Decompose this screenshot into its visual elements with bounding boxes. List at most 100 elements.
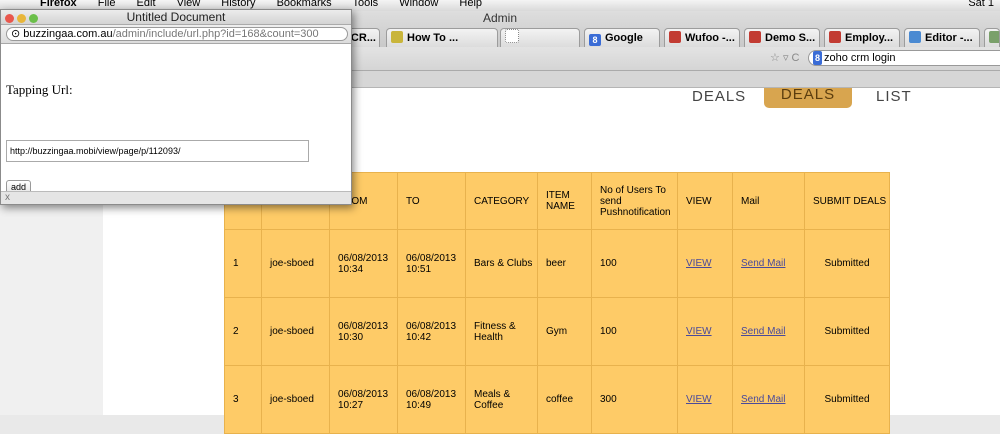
clock[interactable]: Sat 1: [968, 0, 994, 9]
cell-item: beer: [537, 229, 592, 298]
cell-user: joe-sboed: [261, 229, 330, 298]
table-row: 2 joe-sboed 06/08/2013 10:30 06/08/2013 …: [224, 297, 890, 366]
window-controls: [5, 12, 41, 26]
url-path: /admin/include/url.php?id=168&count=300: [112, 28, 319, 40]
menu-file[interactable]: File: [98, 0, 116, 9]
cell-user: joe-sboed: [261, 297, 330, 366]
cell-status: Submitted: [804, 297, 890, 366]
table-row: 1 joe-sboed 06/08/2013 10:34 06/08/2013 …: [224, 229, 890, 298]
tab-demo[interactable]: Demo S...: [744, 28, 820, 47]
cell-no: 3: [224, 365, 262, 434]
google-search-icon[interactable]: 8: [813, 51, 823, 65]
send-mail-link[interactable]: Send Mail: [741, 326, 785, 337]
cell-category: Bars & Clubs: [465, 229, 538, 298]
tab-employ[interactable]: Employ...: [824, 28, 900, 47]
cell-from: 06/08/2013 10:30: [329, 297, 398, 366]
menu-extras: Sat 1: [958, 0, 994, 9]
tab-blank[interactable]: [500, 28, 580, 47]
cell-no: 2: [224, 297, 262, 366]
reload-icon[interactable]: C: [792, 52, 800, 64]
tab-overflow[interactable]: [984, 28, 1000, 47]
cell-item: coffee: [537, 365, 592, 434]
popup-title-bar: Untitled Document: [1, 10, 351, 25]
tapping-url-label: Tapping Url:: [6, 82, 73, 97]
status-close-icon[interactable]: x: [5, 192, 10, 203]
menu-help[interactable]: Help: [459, 0, 482, 9]
cell-category: Meals & Coffee: [465, 365, 538, 434]
col-category: CATEGORY: [465, 172, 538, 230]
tab-favicon-icon: [989, 31, 999, 43]
howto-favicon-icon: [391, 31, 403, 43]
popup-window: Untitled Document ⊙ buzzingaa.com.au/adm…: [0, 9, 352, 205]
popup-url-bar: ⊙ buzzingaa.com.au/admin/include/url.php…: [1, 25, 351, 44]
menu-tools[interactable]: Tools: [352, 0, 378, 9]
col-user-count: No of Users To send Pushnotification: [591, 172, 678, 230]
send-mail-link[interactable]: Send Mail: [741, 394, 785, 405]
cell-category: Fitness & Health: [465, 297, 538, 366]
nav-deals-active-button[interactable]: DEALS: [764, 87, 852, 108]
editor-favicon-icon: [909, 31, 921, 43]
site-identity-icon[interactable]: ⊙: [11, 28, 20, 40]
tab-how-to[interactable]: How To ...: [386, 28, 498, 47]
cell-from: 06/08/2013 10:34: [329, 229, 398, 298]
cell-users: 300: [591, 365, 678, 434]
demo-favicon-icon: [749, 31, 761, 43]
popup-address-input[interactable]: ⊙ buzzingaa.com.au/admin/include/url.php…: [6, 27, 348, 41]
table-row: 3 joe-sboed 06/08/2013 10:27 06/08/2013 …: [224, 365, 890, 434]
url-host: buzzingaa.com.au: [23, 28, 113, 40]
cell-status: Submitted: [804, 229, 890, 298]
tab-wufoo[interactable]: Wufoo -...: [664, 28, 740, 47]
menu-window[interactable]: Window: [399, 0, 438, 9]
cell-mail: Send Mail: [732, 365, 805, 434]
bookmark-star-icon[interactable]: ☆: [770, 52, 780, 64]
wufoo-favicon-icon: [669, 31, 681, 43]
tapping-url-input[interactable]: http://buzzingaa.mobi/view/page/p/112093…: [6, 140, 309, 162]
minimize-window-icon[interactable]: [17, 14, 26, 23]
url-bar-controls: ☆ ▿ C: [770, 51, 799, 64]
cell-to: 06/08/2013 10:42: [397, 297, 466, 366]
cell-user: joe-sboed: [261, 365, 330, 434]
menu-history[interactable]: History: [221, 0, 255, 9]
view-link[interactable]: VIEW: [686, 326, 712, 337]
blank-page-icon: [505, 29, 519, 43]
cell-to: 06/08/2013 10:51: [397, 229, 466, 298]
menu-edit[interactable]: Edit: [137, 0, 156, 9]
nav-list-link[interactable]: LIST: [876, 88, 912, 105]
nav-deals-link[interactable]: DEALS: [692, 88, 746, 105]
cell-view: VIEW: [677, 297, 733, 366]
col-submit: SUBMIT DEALS: [804, 172, 890, 230]
col-item-name: ITEM NAME: [537, 172, 592, 230]
employ-favicon-icon: [829, 31, 841, 43]
cell-users: 100: [591, 229, 678, 298]
cell-no: 1: [224, 229, 262, 298]
app-menu: Firefox File Edit View History Bookmarks…: [40, 0, 500, 9]
cell-item: Gym: [537, 297, 592, 366]
search-text: zoho crm login: [824, 52, 896, 64]
menu-app-name[interactable]: Firefox: [40, 0, 77, 9]
cell-mail: Send Mail: [732, 297, 805, 366]
popup-title: Untitled Document: [126, 10, 226, 24]
col-view: VIEW: [677, 172, 733, 230]
cell-users: 100: [591, 297, 678, 366]
view-link[interactable]: VIEW: [686, 258, 712, 269]
cell-mail: Send Mail: [732, 229, 805, 298]
dropdown-arrow-icon[interactable]: ▿: [783, 52, 789, 64]
tab-editor[interactable]: Editor -...: [904, 28, 980, 47]
search-input[interactable]: 8 zoho crm login: [808, 50, 1000, 66]
menu-bookmarks[interactable]: Bookmarks: [277, 0, 332, 9]
close-window-icon[interactable]: [5, 14, 14, 23]
col-mail: Mail: [732, 172, 805, 230]
menu-view[interactable]: View: [177, 0, 201, 9]
google-favicon-icon: 8: [589, 34, 601, 46]
cell-view: VIEW: [677, 229, 733, 298]
view-link[interactable]: VIEW: [686, 394, 712, 405]
zoom-window-icon[interactable]: [29, 14, 38, 23]
popup-body: Tapping Url: http://buzzingaa.mobi/view/…: [1, 44, 351, 196]
popup-status-bar: x: [1, 191, 351, 204]
cell-status: Submitted: [804, 365, 890, 434]
cell-to: 06/08/2013 10:49: [397, 365, 466, 434]
send-mail-link[interactable]: Send Mail: [741, 258, 785, 269]
cell-from: 06/08/2013 10:27: [329, 365, 398, 434]
tab-google[interactable]: 8 Google: [584, 28, 660, 47]
cell-view: VIEW: [677, 365, 733, 434]
